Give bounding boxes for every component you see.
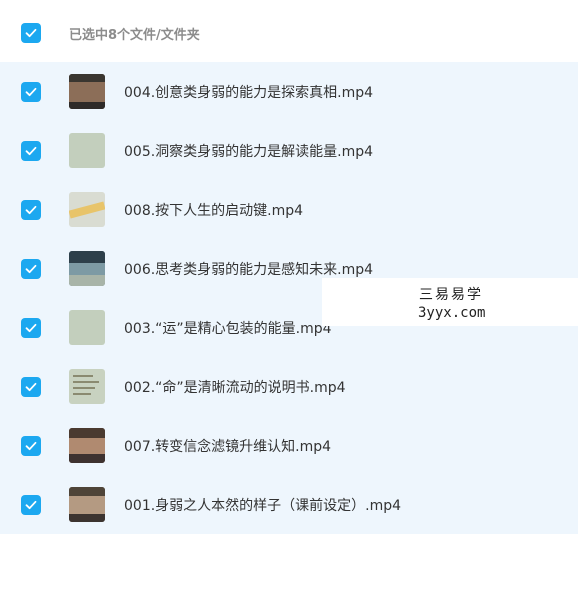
watermark-overlay: 三易易学 3yyx.com — [322, 278, 578, 326]
checkmark-icon — [25, 205, 37, 215]
video-thumbnail-icon — [69, 369, 105, 404]
checkmark-icon — [25, 382, 37, 392]
file-checkbox[interactable] — [21, 200, 41, 220]
selection-header: 已选中8个文件/文件夹 — [0, 0, 578, 62]
file-name[interactable]: 003.“运”是精心包装的能量.mp4 — [124, 318, 332, 338]
video-thumbnail-icon — [69, 74, 105, 109]
file-name[interactable]: 004.创意类身弱的能力是探索真相.mp4 — [124, 82, 373, 102]
watermark-url: 3yyx.com — [418, 305, 486, 321]
video-thumbnail-icon — [69, 428, 105, 463]
checkmark-icon — [25, 146, 37, 156]
file-name[interactable]: 006.思考类身弱的能力是感知未来.mp4 — [124, 259, 373, 279]
file-name[interactable]: 007.转变信念滤镜升维认知.mp4 — [124, 436, 331, 456]
video-thumbnail-icon — [69, 310, 105, 345]
file-checkbox[interactable] — [21, 82, 41, 102]
file-name[interactable]: 002.“命”是清晰流动的说明书.mp4 — [124, 377, 346, 397]
video-thumbnail-icon — [69, 133, 105, 168]
file-row[interactable]: 007.转变信念滤镜升维认知.mp4 — [0, 416, 578, 475]
checkmark-icon — [25, 87, 37, 97]
file-row[interactable]: 008.按下人生的启动键.mp4 — [0, 180, 578, 239]
video-thumbnail-icon — [69, 251, 105, 286]
file-checkbox[interactable] — [21, 141, 41, 161]
checkmark-icon — [25, 28, 37, 38]
selection-count-label: 已选中8个文件/文件夹 — [69, 28, 200, 43]
checkmark-icon — [25, 264, 37, 274]
file-checkbox[interactable] — [21, 436, 41, 456]
file-checkbox[interactable] — [21, 318, 41, 338]
file-checkbox[interactable] — [21, 495, 41, 515]
checkmark-icon — [25, 500, 37, 510]
file-row[interactable]: 005.洞察类身弱的能力是解读能量.mp4 — [0, 121, 578, 180]
watermark-title: 三易易学 — [419, 287, 483, 303]
checkmark-icon — [25, 441, 37, 451]
select-all-checkbox[interactable] — [21, 23, 41, 43]
file-checkbox[interactable] — [21, 377, 41, 397]
video-thumbnail-icon — [69, 487, 105, 522]
file-name[interactable]: 001.身弱之人本然的样子（课前设定）.mp4 — [124, 495, 401, 515]
file-name[interactable]: 008.按下人生的启动键.mp4 — [124, 200, 303, 220]
video-thumbnail-icon — [69, 192, 105, 227]
file-row[interactable]: 002.“命”是清晰流动的说明书.mp4 — [0, 357, 578, 416]
file-checkbox[interactable] — [21, 259, 41, 279]
file-name[interactable]: 005.洞察类身弱的能力是解读能量.mp4 — [124, 141, 373, 161]
checkmark-icon — [25, 323, 37, 333]
file-row[interactable]: 001.身弱之人本然的样子（课前设定）.mp4 — [0, 475, 578, 534]
file-row[interactable]: 004.创意类身弱的能力是探索真相.mp4 — [0, 62, 578, 121]
